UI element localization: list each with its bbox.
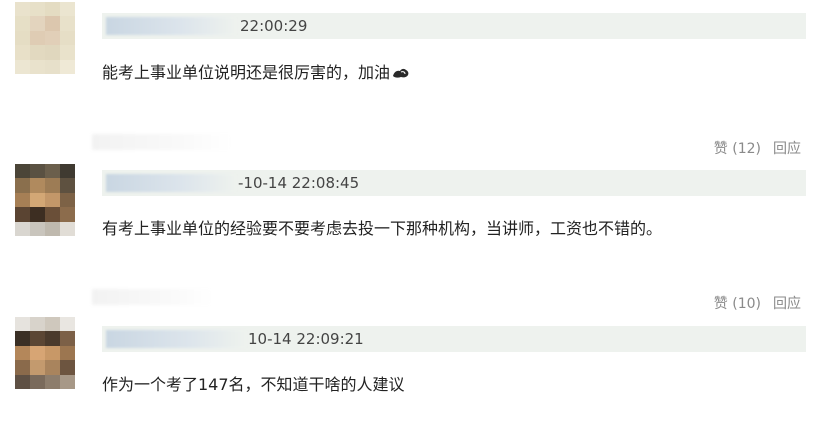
comment-item: 赞 (10) 回应 10-14 22:09:21 作为一个考了147名，不知道干啥… [0,285,823,429]
author-name-blurred[interactable] [106,174,236,192]
avatar[interactable] [15,2,75,74]
comment-text-content: 能考上事业单位说明还是很厉害的，加油 [102,63,391,82]
comment-text: 有考上事业单位的经验要不要考虑去投一下那种机构，当讲师，工资也不错的。 [102,219,663,238]
comment-timestamp: -10-14 22:08:45 [238,174,360,192]
author-name-blurred [92,289,212,305]
comment-meta-bar: 22:00:29 [102,13,806,39]
avatar[interactable] [15,164,75,236]
comment-text: 能考上事业单位说明还是很厉害的，加油 [102,62,410,84]
comment-text: 作为一个考了147名，不知道干啥的人建议 [102,375,405,394]
like-button[interactable]: 赞 (10) [714,296,761,312]
comment-item: 赞 (12) 回应 -10-14 22:08:45 有考上事业单位的经验要不要考虑… [0,134,823,275]
author-name-blurred [92,134,232,150]
avatar[interactable] [15,317,75,389]
comment-actions: 赞 (12) 回应 [714,140,801,158]
reply-button[interactable]: 回应 [773,296,801,312]
comment-timestamp: 22:00:29 [240,17,308,35]
comment-meta-bar: 10-14 22:09:21 [102,326,806,352]
reply-button[interactable]: 回应 [773,141,801,157]
comment-timestamp: 10-14 22:09:21 [248,330,364,348]
comment-actions: 赞 (10) 回应 [714,295,801,313]
author-name-blurred[interactable] [106,330,246,348]
author-name-blurred[interactable] [106,17,236,35]
flexed-biceps-icon [392,63,410,78]
comment-meta-bar: -10-14 22:08:45 [102,170,806,196]
like-button[interactable]: 赞 (12) [714,141,761,157]
comment-item: 22:00:29 能考上事业单位说明还是很厉害的，加油 [0,0,823,120]
